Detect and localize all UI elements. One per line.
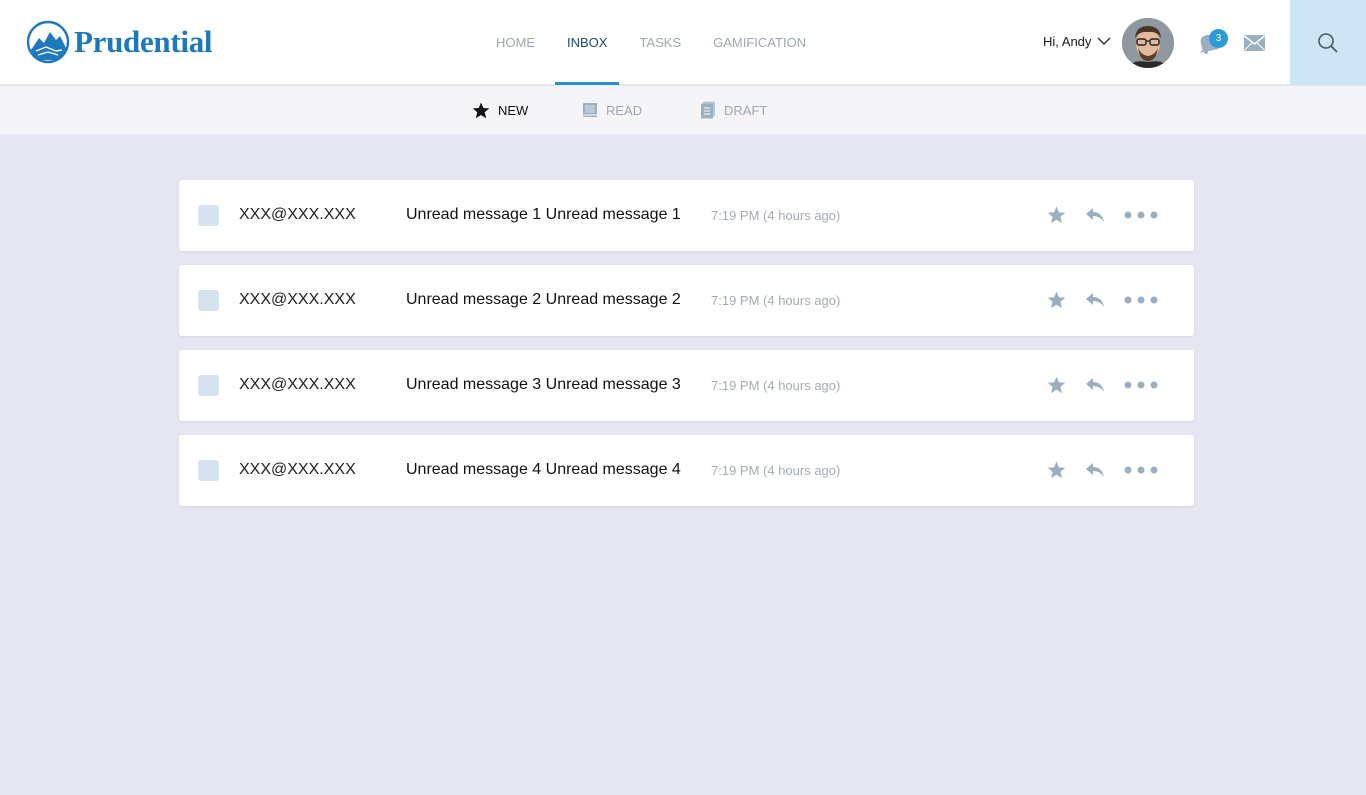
more-options-button[interactable] (1123, 289, 1161, 311)
envelope-icon[interactable] (1244, 34, 1265, 52)
book-icon (583, 103, 597, 117)
star-icon (1047, 291, 1066, 309)
nav-gamification-label: GAMIFICATION (713, 35, 807, 50)
star-button[interactable] (1047, 204, 1066, 226)
reply-button[interactable] (1085, 374, 1105, 396)
star-button[interactable] (1047, 374, 1066, 396)
search-icon (1318, 32, 1338, 53)
message-subject[interactable]: Unread message 4 Unread message 4 (406, 461, 681, 479)
more-dots-icon (1124, 466, 1158, 474)
message-checkbox[interactable] (198, 290, 219, 311)
reply-icon (1086, 378, 1104, 392)
nav-home[interactable]: HOME (484, 0, 555, 85)
more-options-button[interactable] (1123, 374, 1161, 396)
more-dots-icon (1124, 211, 1158, 219)
prudential-logo[interactable]: Prudential (26, 20, 213, 64)
message-row[interactable]: XXX@XXX.XXX Unread message 3 Unread mess… (179, 350, 1194, 421)
message-time: 7:19 PM (4 hours ago) (711, 463, 841, 478)
reply-button[interactable] (1085, 459, 1105, 481)
reply-icon (1086, 208, 1104, 222)
star-icon (1047, 206, 1066, 224)
message-sender: XXX@XXX.XXX (239, 291, 356, 308)
message-time: 7:19 PM (4 hours ago) (711, 293, 841, 308)
more-dots-icon (1124, 381, 1158, 389)
tab-draft[interactable]: DRAFT (700, 86, 767, 134)
message-sender: XXX@XXX.XXX (239, 206, 356, 223)
chevron-down-icon (1097, 37, 1111, 45)
message-checkbox[interactable] (198, 375, 219, 396)
message-subject[interactable]: Unread message 1 Unread message 1 (406, 206, 681, 224)
tab-new[interactable]: NEW (472, 86, 528, 134)
rock-logo-icon (26, 20, 70, 64)
nav-tasks[interactable]: TASKS (627, 0, 701, 85)
message-sender: XXX@XXX.XXX (239, 461, 356, 478)
message-time: 7:19 PM (4 hours ago) (711, 208, 841, 223)
message-row[interactable]: XXX@XXX.XXX Unread message 2 Unread mess… (179, 265, 1194, 336)
message-checkbox[interactable] (198, 205, 219, 226)
more-dots-icon (1124, 296, 1158, 304)
nav-home-label: HOME (496, 35, 535, 50)
star-icon (1047, 376, 1066, 394)
message-subject[interactable]: Unread message 3 Unread message 3 (406, 376, 681, 394)
inbox-filter-bar: NEW READ DRAFT (0, 86, 1366, 134)
tab-read[interactable]: READ (582, 86, 642, 134)
star-icon (1047, 461, 1066, 479)
message-subject[interactable]: Unread message 2 Unread message 2 (406, 291, 681, 309)
message-time: 7:19 PM (4 hours ago) (711, 378, 841, 393)
message-row[interactable]: XXX@XXX.XXX Unread message 4 Unread mess… (179, 435, 1194, 506)
nav-inbox[interactable]: INBOX (555, 0, 627, 85)
tab-draft-label: DRAFT (724, 102, 768, 118)
tab-read-label: READ (606, 102, 643, 118)
reply-icon (1086, 463, 1104, 477)
message-row[interactable]: XXX@XXX.XXX Unread message 1 Unread mess… (179, 180, 1194, 251)
top-bar: Prudential HOME INBOX TASKS GAMIFICATION… (0, 0, 1366, 85)
star-icon (472, 102, 490, 118)
more-options-button[interactable] (1123, 459, 1161, 481)
star-button[interactable] (1047, 289, 1066, 311)
user-avatar-icon (1122, 18, 1174, 68)
user-greeting: Hi, Andy (1043, 34, 1092, 49)
nav-inbox-label: INBOX (567, 35, 608, 50)
message-sender: XXX@XXX.XXX (239, 376, 356, 393)
star-button[interactable] (1047, 459, 1066, 481)
reply-button[interactable] (1085, 289, 1105, 311)
tab-new-label: NEW (498, 102, 529, 118)
message-checkbox[interactable] (198, 460, 219, 481)
draft-icon (701, 101, 715, 119)
nav-tasks-label: TASKS (639, 35, 682, 50)
user-menu[interactable]: Hi, Andy (1043, 34, 1111, 49)
brand-name: Prudential (74, 24, 213, 59)
search-button[interactable] (1290, 0, 1366, 85)
reply-icon (1086, 293, 1104, 307)
main-nav: HOME INBOX TASKS GAMIFICATION (484, 0, 826, 85)
reply-button[interactable] (1085, 204, 1105, 226)
nav-gamification[interactable]: GAMIFICATION (701, 0, 826, 85)
notification-badge: 3 (1209, 29, 1228, 48)
more-options-button[interactable] (1123, 204, 1161, 226)
avatar[interactable] (1122, 18, 1174, 68)
